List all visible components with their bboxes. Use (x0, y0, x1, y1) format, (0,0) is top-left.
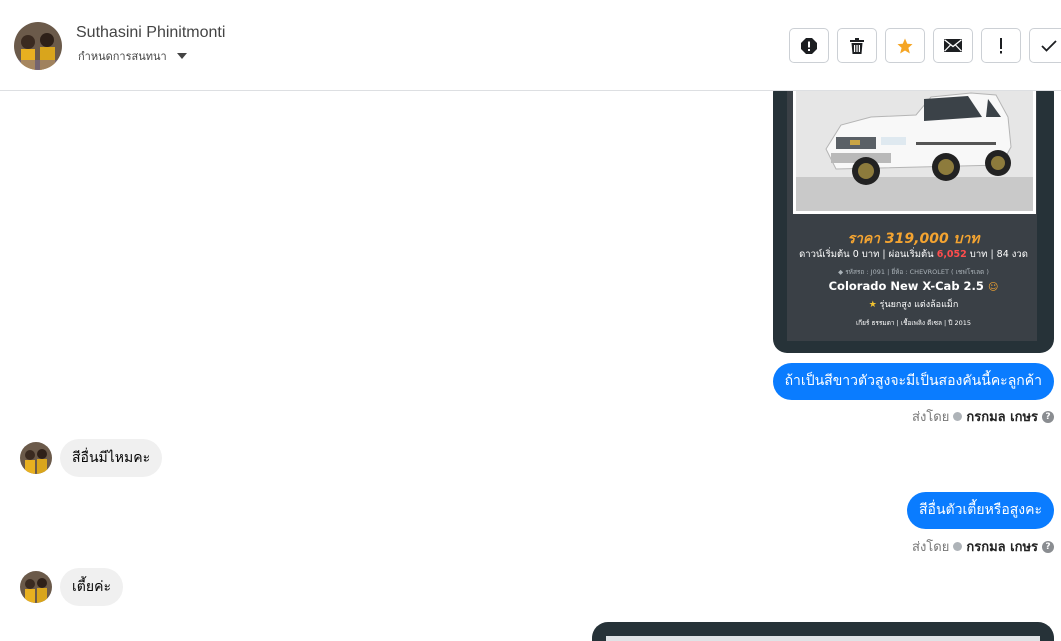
car-subtitle: รุ่นยกสูง แต่งล้อแม็ก (879, 300, 959, 310)
down-payment-line: ดาวน์เริ่มต้น 0 บาท | ผ่อนเริ่มต้น 6,052… (773, 247, 1054, 262)
incoming-message-row: สีอื่นมีไหมคะ (20, 439, 163, 477)
conversation-header: Suthasini Phinitmonti กำหนดการสนทนา (0, 0, 1061, 91)
star-icon: ★ (868, 300, 877, 310)
header-actions (789, 28, 1061, 63)
car-code-line: ◆ รหัสรถ : J091 | ยี่ห้อ : CHEVROLET ( เ… (773, 267, 1054, 277)
car-listing-card[interactable] (592, 622, 1054, 641)
tag-icon: ◆ (838, 268, 844, 276)
incoming-message[interactable]: สีอื่นมีไหมคะ (60, 439, 163, 477)
car-photo (793, 91, 1036, 214)
star-button[interactable] (885, 28, 925, 63)
outgoing-message[interactable]: ถ้าเป็นสีขาวตัวสูงจะมีเป็นสองคันนี้คะลูก… (772, 363, 1054, 400)
caret-down-icon (176, 53, 187, 59)
sent-by-agent[interactable]: กรกมล เกษร (966, 406, 1038, 427)
incoming-message[interactable]: เตี้ยค่ะ (60, 568, 123, 606)
assign-conversation-dropdown[interactable]: กำหนดการสนทนา (78, 47, 187, 65)
verified-icon: ☺ (987, 282, 999, 293)
installment-amount: 6,052 (936, 249, 967, 260)
alert-octagon-icon (801, 37, 817, 54)
car-model-line: Colorado New X-Cab 2.5 ☺ (773, 279, 1054, 293)
down-suffix: บาท | 84 งวด (969, 249, 1028, 260)
envelope-icon (944, 39, 962, 52)
follow-up-button[interactable] (981, 28, 1021, 63)
car-code: รหัสรถ : J091 | ยี่ห้อ : CHEVROLET ( เชฟ… (845, 268, 989, 276)
car-subtitle-line: ★ รุ่นยกสูง แต่งล้อแม็ก (773, 297, 1054, 311)
outgoing-message[interactable]: สีอื่นตัวเตี้ยหรือสูงคะ (907, 492, 1054, 529)
contact-name: Suthasini Phinitmonti (76, 24, 226, 41)
sent-by-label: ส่งโดย (912, 410, 950, 425)
car-specs: เกียร์ ธรรมดา | เชื้อเพลิง ดีเซล | ปี 20… (855, 319, 972, 327)
down-prefix: ดาวน์เริ่มต้น 0 บาท | ผ่อนเริ่มต้น (799, 249, 934, 260)
assign-label: กำหนดการสนทนา (78, 50, 167, 63)
sent-by-line: ส่งโดย กรกมล เกษร ? (912, 406, 1054, 427)
mark-unread-button[interactable] (933, 28, 973, 63)
status-dot-icon (953, 412, 963, 421)
sent-by-line: ส่งโดย กรกมล เกษร ? (912, 536, 1054, 557)
help-icon[interactable]: ? (1042, 540, 1054, 553)
trash-icon (850, 37, 864, 54)
delete-button[interactable] (837, 28, 877, 63)
star-icon (897, 38, 913, 53)
sent-by-agent[interactable]: กรกมล เกษร (966, 536, 1038, 557)
car-model: Colorado New X-Cab 2.5 (828, 279, 984, 293)
mark-done-button[interactable] (1029, 28, 1061, 63)
contact-avatar[interactable] (20, 442, 52, 474)
incoming-message-row: เตี้ยค่ะ (20, 568, 123, 606)
contact-avatar[interactable] (20, 571, 52, 603)
help-icon[interactable]: ? (1042, 410, 1054, 423)
status-dot-icon (953, 542, 963, 551)
card-image-strip (606, 636, 1040, 641)
mark-spam-button[interactable] (789, 28, 829, 63)
exclamation-icon (1000, 37, 1002, 53)
sent-by-label: ส่งโดย (912, 540, 950, 555)
checkmark-icon (1041, 39, 1057, 52)
contact-avatar[interactable] (14, 22, 62, 70)
message-thread: ราคา 319,000 บาท ดาวน์เริ่มต้น 0 บาท | ผ… (0, 91, 1061, 641)
